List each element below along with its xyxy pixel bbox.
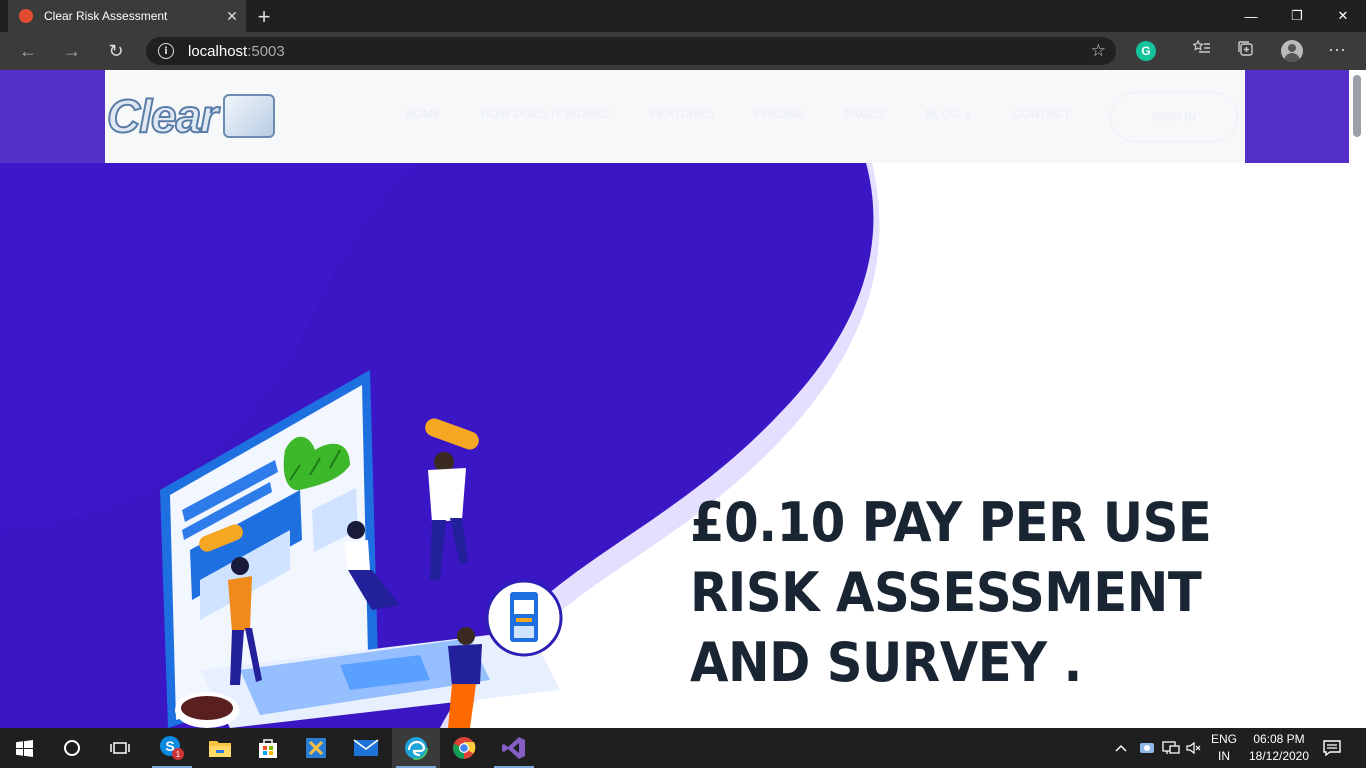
nav-pricing[interactable]: PRICING: [754, 107, 804, 121]
lang-line-1: ENG: [1210, 732, 1237, 746]
task-view-icon[interactable]: [96, 728, 144, 768]
clock-time: 06:08 PM: [1253, 732, 1305, 746]
nav-blog-label: BLOG: [925, 107, 960, 121]
page-viewport: Clear HOME HOW DOES IT WORKZ FEATURES PR…: [0, 70, 1366, 728]
network-icon[interactable]: [1162, 728, 1180, 768]
close-tab-icon[interactable]: ✕: [218, 8, 246, 25]
page-scrollbar[interactable]: [1349, 70, 1366, 728]
site-navbar: Clear HOME HOW DOES IT WORKZ FEATURES PR…: [105, 70, 1245, 163]
forward-button[interactable]: →: [58, 40, 86, 62]
hero-headline: £0.10 PAY PER USE RISK ASSESSMENT AND SU…: [690, 488, 1330, 698]
grammarly-extension-icon[interactable]: G: [1136, 41, 1156, 61]
visual-studio-icon[interactable]: [490, 728, 538, 768]
nav-features[interactable]: FEATURES: [650, 107, 714, 121]
sign-in-button[interactable]: SIGN IN: [1110, 92, 1238, 142]
favorites-icon[interactable]: [1191, 39, 1213, 61]
nav-contact[interactable]: CONTACT: [1013, 107, 1071, 121]
browser-tab[interactable]: Clear Risk Assessment ✕: [8, 0, 246, 32]
scrollbar-thumb[interactable]: [1353, 75, 1361, 137]
nav-pages[interactable]: PAGES: [844, 107, 885, 121]
nav-blog[interactable]: BLOG ▼: [925, 107, 973, 121]
site-logo[interactable]: Clear: [106, 88, 307, 144]
volume-muted-icon[interactable]: [1186, 728, 1202, 768]
search-icon[interactable]: [48, 728, 96, 768]
notifications-icon[interactable]: [1322, 728, 1342, 768]
reload-button[interactable]: ↻: [102, 40, 130, 62]
favorite-star-icon[interactable]: ☆: [1091, 41, 1106, 61]
file-explorer-icon[interactable]: [196, 728, 244, 768]
browser-titlebar: Clear Risk Assessment ✕ + — ❐ ✕: [0, 0, 1366, 32]
tray-chevron-up-icon[interactable]: [1114, 728, 1128, 768]
new-tab-button[interactable]: +: [252, 4, 276, 30]
url-port: :5003: [247, 42, 285, 60]
chrome-icon[interactable]: [440, 728, 488, 768]
start-icon[interactable]: [0, 728, 48, 768]
tray-app-icon[interactable]: [1138, 728, 1156, 768]
site-favicon-icon: [19, 9, 33, 23]
mail-icon[interactable]: [342, 728, 390, 768]
site-info-icon[interactable]: i: [158, 43, 174, 59]
vs-tool-icon[interactable]: [292, 728, 340, 768]
edge-icon[interactable]: [392, 728, 440, 768]
restore-button[interactable]: ❐: [1274, 0, 1320, 32]
chevron-down-icon: ▼: [963, 110, 973, 120]
skype-badge: 1: [176, 750, 181, 759]
tab-title: Clear Risk Assessment: [44, 9, 168, 23]
logo-cube-icon: [223, 94, 276, 138]
profile-avatar[interactable]: [1281, 40, 1303, 62]
skype-icon[interactable]: S1: [148, 728, 196, 768]
headline-line-3: AND SURVEY .: [690, 631, 1082, 694]
logo-text: Clear: [106, 89, 219, 143]
nav-how-it-works[interactable]: HOW DOES IT WORKZ: [481, 107, 610, 121]
clock-date: 18/12/2020: [1248, 749, 1310, 763]
url-host: localhost: [188, 42, 248, 60]
lang-line-2: IN: [1218, 749, 1230, 763]
store-icon[interactable]: [244, 728, 292, 768]
headline-line-2: RISK ASSESSMENT: [690, 561, 1202, 624]
back-button[interactable]: ←: [14, 40, 42, 62]
window-controls: — ❐ ✕: [1228, 0, 1366, 32]
windows-taskbar: S1 ENG IN 06:08 PM 18/12/2020: [0, 728, 1366, 768]
settings-more-icon[interactable]: ⋯: [1326, 40, 1348, 61]
collections-icon[interactable]: [1235, 40, 1257, 63]
clock[interactable]: 06:08 PM 18/12/2020: [1246, 731, 1312, 765]
browser-toolbar: ← → ↻ i localhost :5003 ☆ G ⋯: [0, 32, 1366, 70]
headline-line-1: £0.10 PAY PER USE: [690, 491, 1212, 554]
minimize-button[interactable]: —: [1228, 0, 1274, 32]
close-window-button[interactable]: ✕: [1320, 0, 1366, 32]
nav-home[interactable]: HOME: [405, 107, 441, 121]
input-language[interactable]: ENG IN: [1206, 731, 1242, 765]
address-bar[interactable]: i localhost :5003 ☆: [146, 37, 1116, 65]
main-nav: HOME HOW DOES IT WORKZ FEATURES PRICING …: [405, 107, 1111, 121]
